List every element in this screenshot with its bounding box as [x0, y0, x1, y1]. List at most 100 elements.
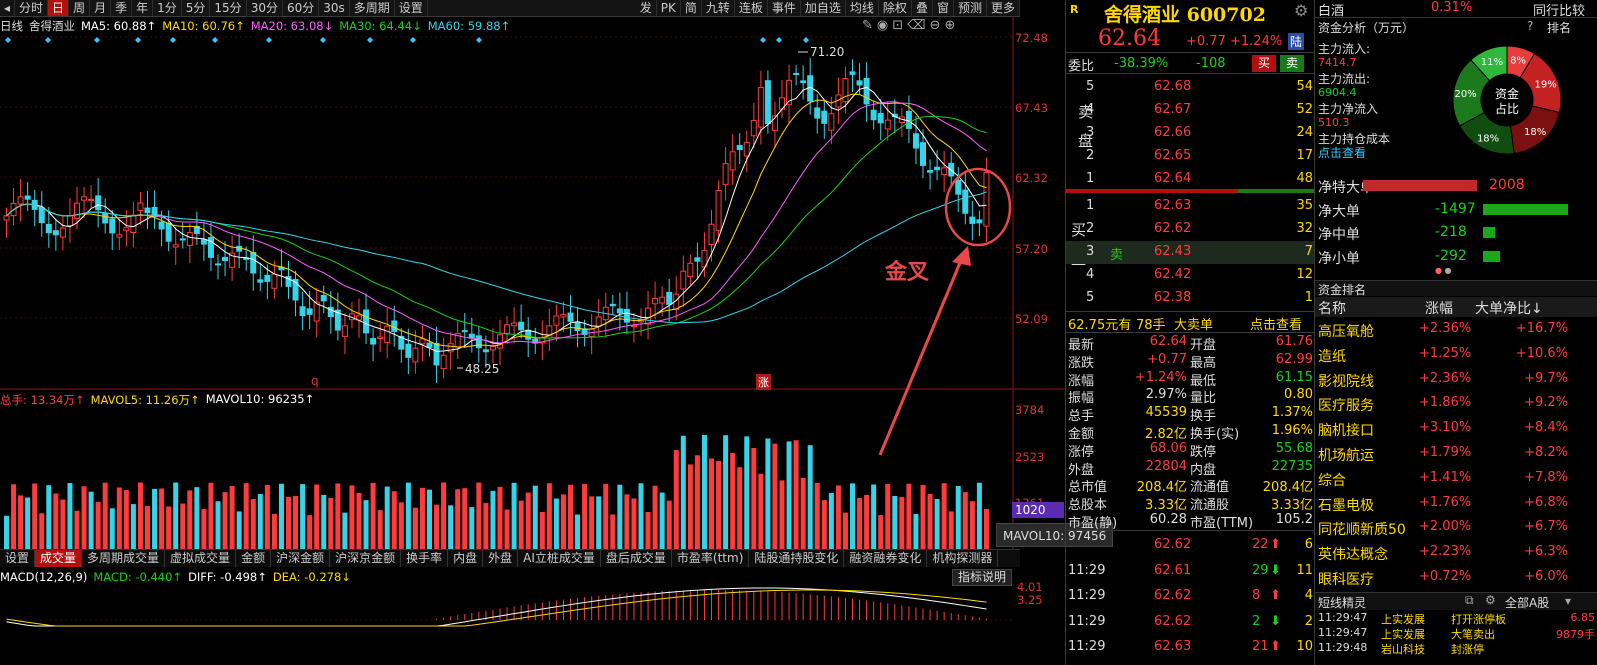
indicator-tab[interactable]: 内盘	[448, 550, 484, 567]
volume-bar	[356, 493, 362, 549]
candle-body	[757, 86, 764, 128]
book-divider-green	[1238, 189, 1315, 193]
buy-order-row[interactable]: 1 62.63 35	[1066, 195, 1315, 218]
click-view-link[interactable]: 点击查看	[1318, 144, 1366, 161]
rank-col-name[interactable]: 名称	[1318, 298, 1346, 318]
event-marker[interactable]	[135, 37, 141, 43]
rank-label[interactable]: 排名	[1547, 19, 1571, 36]
indicator-tab[interactable]: 融资融券变化	[844, 550, 928, 567]
indicator-tabs: 设置 成交量 多周期成交量 虚拟成交量 金额 沪深金额 沪深京金额 换手率 内盘 外盘 AI立桩成交…	[0, 549, 1020, 567]
sprite-row[interactable]: 11:29:47 上实发展 打开涨停板 6.85	[1315, 611, 1597, 626]
rank-row[interactable]: 影视院线 +2.36% +9.7%	[1315, 368, 1597, 393]
rank-header: 资金排名	[1315, 280, 1597, 297]
indicator-tab[interactable]: 成交量	[35, 550, 83, 567]
buy-order-row[interactable]: 4 62.42 12	[1066, 264, 1315, 287]
indicator-tab[interactable]: AI立桩成交量	[518, 550, 601, 567]
sprite-row[interactable]: 11:29:47 上实发展 大笔卖出 9879手	[1315, 626, 1597, 641]
volume-bar	[976, 482, 982, 549]
volume-bar	[109, 508, 115, 549]
page-dot-active[interactable]: ●	[1435, 266, 1442, 275]
indicator-tab[interactable]: 市盈率(ttm)	[672, 550, 750, 567]
help-icon[interactable]: ?	[1527, 19, 1533, 33]
volume-bar	[130, 504, 136, 549]
volume-bar	[370, 482, 376, 549]
indicator-tab[interactable]: 设置	[0, 550, 36, 567]
big-order-link[interactable]: 点击查看	[1250, 314, 1302, 333]
quote-change: +0.77	[1186, 34, 1226, 49]
indicator-tab[interactable]: 换手率	[401, 550, 449, 567]
sector-header: 白酒 0.31% 同行比较	[1315, 0, 1597, 19]
rank-col-pct[interactable]: 涨幅	[1425, 298, 1453, 318]
candle-body	[595, 316, 602, 327]
chevron-down-icon[interactable]: ▾	[1565, 594, 1571, 608]
rank-row[interactable]: 同花顺新质50 +2.00% +6.7%	[1315, 516, 1597, 541]
event-marker[interactable]	[94, 37, 100, 43]
volume-bar	[962, 492, 968, 549]
buy-button[interactable]: 买	[1252, 55, 1276, 72]
buy-order-row[interactable]: 2 62.62 32	[1066, 218, 1315, 241]
indicator-help-button[interactable]: 指标说明	[952, 569, 1012, 586]
candle-body	[165, 222, 172, 242]
candle-body	[45, 223, 52, 234]
event-marker[interactable]	[212, 37, 218, 43]
sprite-gear-icon[interactable]: ⚙	[1485, 593, 1496, 607]
event-marker[interactable]	[476, 37, 482, 43]
sprite-filter-select[interactable]: 全部A股	[1505, 594, 1549, 611]
volume-bar	[525, 492, 531, 549]
event-marker[interactable]	[45, 37, 51, 43]
sell-order-row[interactable]: 2 62.65 17	[1066, 145, 1315, 168]
rank-row[interactable]: 石墨电极 +1.76% +6.8%	[1315, 492, 1597, 517]
event-marker[interactable]	[266, 37, 272, 43]
rank-row[interactable]: 综合 +1.41% +7.8%	[1315, 467, 1597, 492]
indicator-tab[interactable]: 外盘	[483, 550, 519, 567]
sell-button[interactable]: 卖	[1280, 55, 1304, 72]
rank-row[interactable]: 脑机接口 +3.10% +8.4%	[1315, 417, 1597, 442]
event-marker[interactable]	[760, 37, 766, 43]
rank-row[interactable]: 造纸 +1.25% +10.6%	[1315, 343, 1597, 368]
rank-pct: +2.36%	[1419, 370, 1472, 386]
indicator-tab[interactable]: 沪深京金额	[330, 550, 402, 567]
event-marker[interactable]	[803, 37, 809, 43]
volume-bar	[145, 505, 150, 549]
sell-order-row[interactable]: 4 62.67 52	[1066, 99, 1315, 122]
indicator-tab[interactable]: 盘后成交量	[601, 550, 672, 567]
rank-row[interactable]: 机场航运 +1.79% +8.2%	[1315, 442, 1597, 467]
event-marker[interactable]	[320, 37, 326, 43]
volume-bar	[419, 487, 425, 549]
buy-order-row[interactable]: 3 卖 62.43 7	[1066, 241, 1315, 264]
indicator-tab[interactable]: 机构探测器	[927, 550, 999, 567]
rank-net: +8.4%	[1524, 420, 1568, 436]
event-marker[interactable]	[170, 37, 176, 43]
rank-row[interactable]: 高压氧舱 +2.36% +16.7%	[1315, 318, 1597, 343]
indicator-tab[interactable]: 金额	[236, 550, 272, 567]
sprite-row[interactable]: 11:29:48 岩山科技 封涨停	[1315, 641, 1597, 656]
volume-bar	[779, 480, 785, 549]
stat-value: 208.4亿	[1136, 480, 1187, 496]
rank-row[interactable]: 医疗服务 +1.86% +9.2%	[1315, 392, 1597, 417]
rank-col-net[interactable]: 大单净比↓	[1475, 298, 1543, 318]
buy-order-row[interactable]: 5 62.38 1	[1066, 287, 1315, 310]
volume-bar	[687, 464, 693, 549]
settings-gear-icon[interactable]: ⚙	[1294, 1, 1308, 20]
event-marker[interactable]	[776, 37, 782, 43]
order-volume: 7	[1304, 244, 1313, 259]
indicator-tab[interactable]: 陆股通持股变化	[749, 550, 845, 567]
rank-row[interactable]: 眼科医疗 +0.72% +6.0%	[1315, 566, 1597, 591]
indicator-tab[interactable]: 沪深金额	[271, 550, 331, 567]
order-price: 62.43	[1154, 244, 1192, 259]
rank-row[interactable]: 英伟达概念 +2.23% +6.3%	[1315, 541, 1597, 566]
indicator-tab[interactable]: 多周期成交量	[82, 550, 166, 567]
event-marker[interactable]	[5, 37, 11, 43]
indicator-tab[interactable]: 虚拟成交量	[165, 550, 237, 567]
stat-value: 61.76	[1275, 334, 1313, 349]
event-marker[interactable]	[410, 37, 416, 43]
expand-icon[interactable]: ⧉	[1465, 593, 1474, 608]
kline-chart-area[interactable]: ◂ 分时日周月季年 1分 5分 15分 30分 60分 30s 多周期 设置发 PK 简九转 连板 事件加…	[0, 0, 1114, 665]
sell-order-row[interactable]: 3 62.66 24	[1066, 122, 1315, 145]
sell-order-row[interactable]: 5 62.68 54	[1066, 76, 1315, 99]
stat-key: 总市值	[1068, 480, 1108, 496]
volume-bar	[229, 485, 235, 549]
page-dot[interactable]: ●	[1445, 266, 1452, 275]
event-marker[interactable]	[367, 37, 373, 43]
sell-order-row[interactable]: 1 62.64 48	[1066, 168, 1315, 191]
